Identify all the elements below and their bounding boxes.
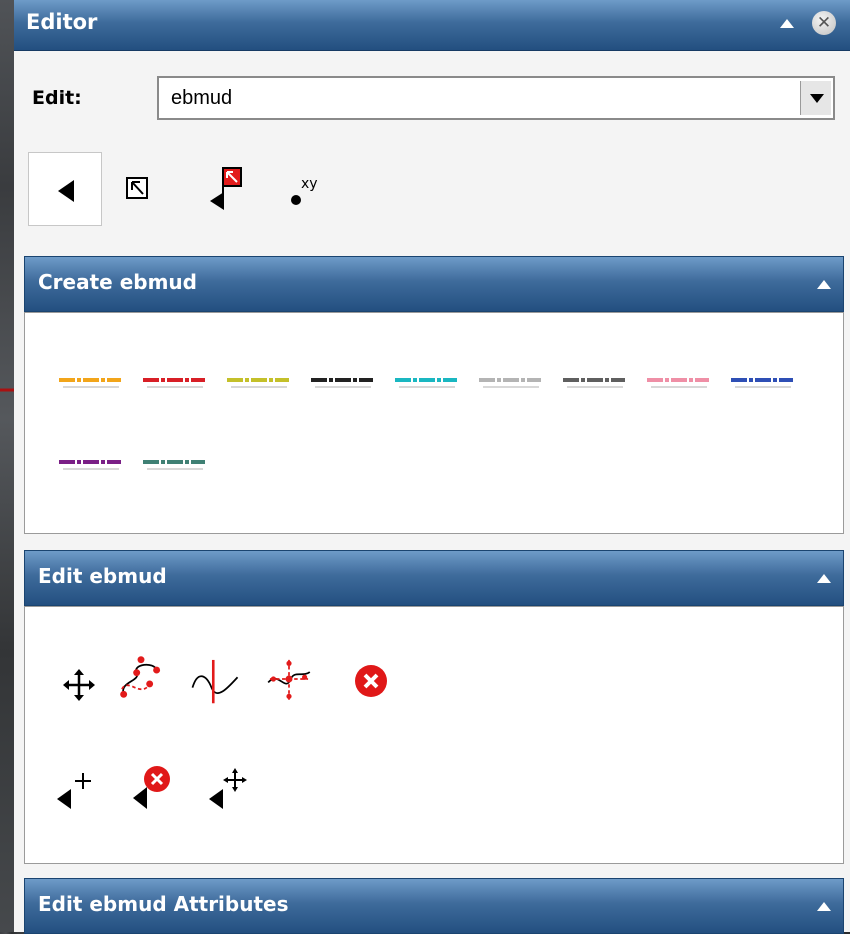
svg-text:xy: xy bbox=[301, 176, 318, 192]
template-line-symbol bbox=[731, 378, 793, 382]
feature-template-swatch[interactable] bbox=[475, 347, 545, 417]
template-caption-placeholder bbox=[483, 386, 539, 388]
feature-template-swatch[interactable] bbox=[139, 429, 209, 499]
delete-icon[interactable] bbox=[345, 655, 397, 707]
attributes-section-title: Edit ebmud Attributes bbox=[38, 892, 289, 916]
template-line-symbol bbox=[563, 378, 625, 382]
template-caption-placeholder bbox=[147, 386, 203, 388]
feature-template-swatch[interactable] bbox=[727, 347, 797, 417]
collapse-panel-icon[interactable] bbox=[780, 19, 794, 28]
attributes-section-header[interactable]: Edit ebmud Attributes bbox=[24, 878, 844, 934]
move-point-cursor-icon[interactable] bbox=[205, 765, 257, 817]
delete-point-cursor-icon[interactable] bbox=[127, 759, 179, 811]
layer-select-value: ebmud bbox=[171, 87, 233, 109]
feature-template-swatch[interactable] bbox=[139, 347, 209, 417]
template-caption-placeholder bbox=[231, 386, 287, 388]
template-line-symbol bbox=[395, 378, 457, 382]
layer-select[interactable]: ebmud bbox=[157, 76, 835, 120]
split-line-icon[interactable] bbox=[189, 653, 241, 705]
template-line-symbol bbox=[143, 378, 205, 382]
editor-panel: Editor ✕ Edit: ebmud xy Create ebmud Edi… bbox=[14, 0, 850, 934]
feature-template-swatch[interactable] bbox=[391, 347, 461, 417]
identify-flag-button[interactable] bbox=[192, 152, 266, 226]
feature-template-swatch[interactable] bbox=[643, 347, 713, 417]
template-caption-placeholder bbox=[651, 386, 707, 388]
template-caption-placeholder bbox=[63, 468, 119, 470]
feature-template-swatch[interactable] bbox=[55, 429, 125, 499]
feature-template-swatch[interactable] bbox=[55, 347, 125, 417]
close-icon[interactable]: ✕ bbox=[812, 11, 836, 35]
create-section-title: Create ebmud bbox=[38, 270, 197, 294]
edit-section-header[interactable]: Edit ebmud bbox=[24, 550, 844, 606]
edit-layer-label: Edit: bbox=[32, 87, 82, 109]
collapse-section-icon[interactable] bbox=[817, 574, 831, 583]
select-tool-button[interactable] bbox=[28, 152, 102, 226]
template-caption-placeholder bbox=[147, 468, 203, 470]
select-by-rectangle-icon bbox=[126, 177, 148, 199]
editor-titlebar: Editor ✕ bbox=[14, 0, 850, 51]
edit-tools-area bbox=[24, 606, 844, 864]
template-caption-placeholder bbox=[567, 386, 623, 388]
template-line-symbol bbox=[647, 378, 709, 382]
identify-flag-icon bbox=[210, 167, 242, 210]
create-section-header[interactable]: Create ebmud bbox=[24, 256, 844, 312]
template-line-symbol bbox=[479, 378, 541, 382]
feature-template-swatch[interactable] bbox=[223, 347, 293, 417]
select-tool-icon bbox=[58, 180, 74, 202]
template-caption-placeholder bbox=[63, 386, 119, 388]
move-icon[interactable] bbox=[53, 659, 105, 711]
feature-template-swatch[interactable] bbox=[559, 347, 629, 417]
template-caption-placeholder bbox=[399, 386, 455, 388]
xy-point-button[interactable]: xy bbox=[274, 152, 348, 226]
xy-point-icon: xy bbox=[291, 176, 318, 205]
template-line-symbol bbox=[143, 460, 205, 464]
template-caption-placeholder bbox=[735, 386, 791, 388]
add-vertex-icon[interactable] bbox=[263, 653, 315, 705]
edit-section-title: Edit ebmud bbox=[38, 564, 167, 588]
template-line-symbol bbox=[311, 378, 373, 382]
window-title: Editor bbox=[26, 10, 98, 34]
create-templates-area bbox=[24, 312, 844, 534]
template-caption-placeholder bbox=[315, 386, 371, 388]
collapse-section-icon[interactable] bbox=[817, 902, 831, 911]
collapse-section-icon[interactable] bbox=[817, 280, 831, 289]
template-line-symbol bbox=[59, 460, 121, 464]
select-by-rectangle-button[interactable] bbox=[110, 152, 184, 226]
template-line-symbol bbox=[227, 378, 289, 382]
template-line-symbol bbox=[59, 378, 121, 382]
reshape-vertices-icon[interactable] bbox=[115, 651, 167, 703]
chevron-down-icon[interactable] bbox=[800, 81, 831, 115]
feature-template-swatch[interactable] bbox=[307, 347, 377, 417]
add-point-cursor-icon[interactable] bbox=[53, 767, 105, 819]
